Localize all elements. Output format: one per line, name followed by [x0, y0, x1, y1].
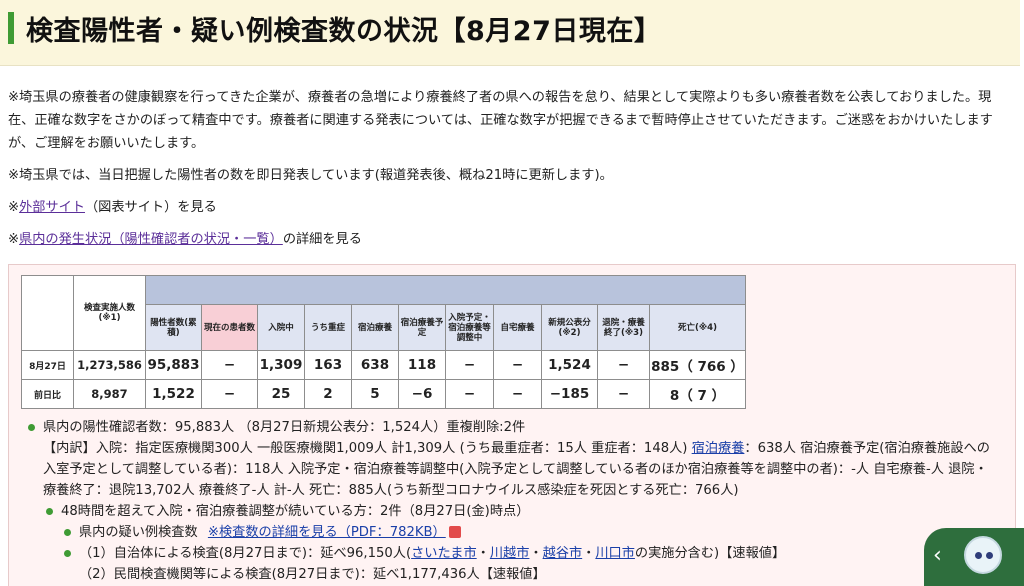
city-link-koshigaya[interactable]: 越谷市: [543, 546, 583, 561]
external-site-line: ※外部サイト（図表サイト）を見る: [8, 200, 217, 215]
table-header: 宿泊療養予定: [398, 304, 446, 351]
table-header: 現在の患者数: [201, 304, 258, 351]
table-row: 8月27日 1,273,586 95,883 − 1,309 163 638 1…: [21, 350, 746, 380]
speaker-icon: [448, 526, 461, 538]
breakdown-text: 【内訳】入院：指定医療機関300人 一般医療機関1,009人 計1,309人 (…: [43, 441, 990, 498]
table-header: 宿泊療養: [351, 304, 399, 351]
table-cell: 8（ 7 ）: [649, 379, 746, 409]
table-cell: 2: [304, 379, 352, 409]
table-cell: 885（ 766 ）: [649, 350, 746, 380]
municipal-test-item: （1）自治体による検査(8月27日まで)：延べ96,150人(さいたま市・川越市…: [61, 543, 1000, 564]
table-header: 入院予定・宿泊療養等調整中: [445, 304, 494, 351]
city-link-kawaguchi[interactable]: 川口市: [595, 546, 635, 561]
page-top-button[interactable]: ‹: [924, 528, 1024, 586]
external-site-link[interactable]: 外部サイト: [19, 200, 85, 215]
table-cell: −: [201, 350, 258, 380]
table-cell: −185: [541, 379, 598, 409]
city-link-kawagoe[interactable]: 川越市: [490, 546, 530, 561]
table-cell: −: [597, 379, 650, 409]
detail-section: 県内の陽性確認者数：95,883人 （8月27日新規公表分：1,524人）重複削…: [25, 417, 1000, 585]
table-cell: −: [493, 379, 542, 409]
table-cell: 1,522: [145, 379, 202, 409]
table-cell: 1,524: [541, 350, 598, 380]
table-header: 陽性者数(累積): [145, 304, 202, 351]
table-header: 死亡(※4): [649, 304, 746, 351]
positive-count-item: 県内の陽性確認者数：95,883人 （8月27日新規公表分：1,524人）重複削…: [25, 417, 1000, 438]
mascot-icon: [964, 536, 1002, 574]
table-cell: 25: [257, 379, 305, 409]
notice-text: ※埼玉県の療養者の健康観察を行ってきた企業が、療養者の急増により療養終了者の県へ…: [8, 90, 993, 151]
city-link-saitama[interactable]: さいたま市: [411, 546, 477, 561]
suspect-count-item: 県内の疑い例検査数 ※検査数の詳細を見る（PDF：782KB）: [61, 522, 1000, 543]
table-cell: 95,883: [145, 350, 202, 380]
private-test-item: （2）民間検査機関等による検査(8月27日まで)：延べ1,177,436人【速報…: [79, 567, 546, 582]
table-corner: [21, 275, 74, 351]
table-header: 入院中: [257, 304, 305, 351]
table-cell: 1,309: [257, 350, 305, 380]
title-accent-bar: [8, 12, 14, 44]
table-cell: −: [493, 350, 542, 380]
page-header: 検査陽性者・疑い例検査数の状況【8月27日現在】: [0, 0, 1020, 66]
local-status-link[interactable]: 県内の発生状況（陽性確認者の状況・一覧）: [19, 232, 283, 247]
stats-table: 検査実施人数(※1) 陽性者数(累積) 現在の患者数 入院中 うち重症 宿泊療養…: [21, 275, 746, 409]
table-cell: −6: [398, 379, 446, 409]
table-top-band: [145, 275, 746, 305]
table-cell: 8,987: [73, 379, 146, 409]
table-row: 前日比 8,987 1,522 − 25 2 5 −6 − − −185 − 8…: [21, 379, 746, 409]
hotel-care-link[interactable]: 宿泊療養: [692, 441, 745, 456]
chevron-left-icon: ‹: [933, 543, 942, 568]
table-cell: 118: [398, 350, 446, 380]
status-panel: 検査実施人数(※1) 陽性者数(累積) 現在の患者数 入院中 うち重症 宿泊療養…: [8, 264, 1016, 586]
local-status-line: ※県内の発生状況（陽性確認者の状況・一覧）の詳細を見る: [8, 232, 362, 247]
daily-note: ※埼玉県では、当日把握した陽性者の数を即日発表しています(報道発表後、概ね21時…: [8, 168, 613, 183]
table-cell: −: [445, 379, 494, 409]
table-cell: 5: [351, 379, 399, 409]
table-cell: 1,273,586: [73, 350, 146, 380]
table-cell: −: [597, 350, 650, 380]
table-header: 検査実施人数(※1): [73, 275, 146, 351]
table-header: 自宅療養: [493, 304, 542, 351]
table-cell: −: [201, 379, 258, 409]
test-detail-pdf-link[interactable]: ※検査数の詳細を見る（PDF：782KB）: [208, 525, 446, 540]
table-header: うち重症: [304, 304, 352, 351]
notes-section: ※埼玉県の療養者の健康観察を行ってきた企業が、療養者の急増により療養終了者の県へ…: [8, 86, 1008, 260]
pending-48h-item: 48時間を超えて入院・宿泊療養調整が続いている方：2件（8月27日(金)時点）: [43, 501, 1000, 522]
row-label: 8月27日: [21, 350, 74, 380]
table-cell: −: [445, 350, 494, 380]
row-label: 前日比: [21, 379, 74, 409]
table-cell: 638: [351, 350, 399, 380]
table-header: 新規公表分(※2): [541, 304, 598, 351]
table-cell: 163: [304, 350, 352, 380]
table-header: 退院・療養終了(※3): [597, 304, 650, 351]
page-title: 検査陽性者・疑い例検査数の状況【8月27日現在】: [26, 16, 662, 47]
